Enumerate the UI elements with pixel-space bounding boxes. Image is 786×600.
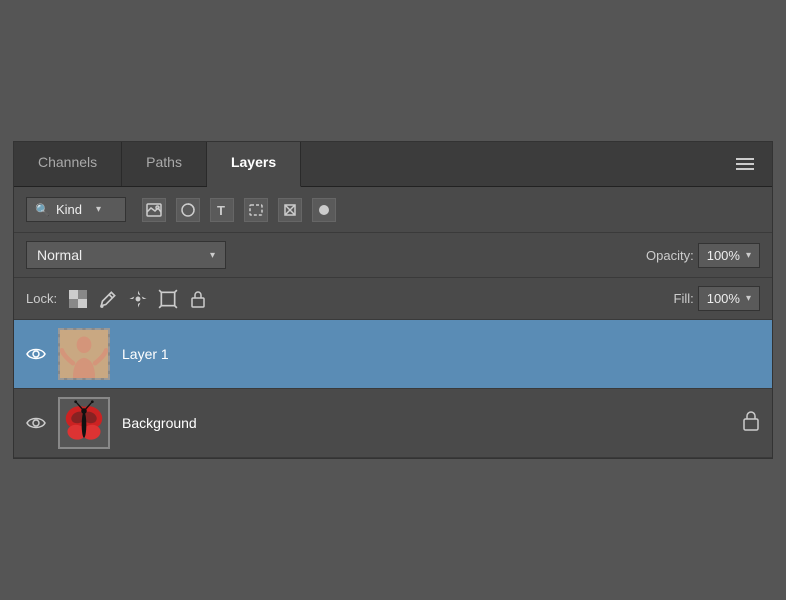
fill-group: Fill: 100% ▾ xyxy=(674,286,761,311)
lock-row: Lock: xyxy=(14,278,772,320)
blend-row: Normal ▾ Opacity: 100% ▾ xyxy=(14,233,772,278)
filter-smart-icon[interactable] xyxy=(278,198,302,222)
blend-mode-label: Normal xyxy=(37,247,210,263)
layer-item-background[interactable]: Background xyxy=(14,389,772,458)
kind-chevron-icon: ▾ xyxy=(96,204,101,215)
tab-layers-label: Layers xyxy=(231,154,276,170)
panel-menu-button[interactable] xyxy=(718,142,772,186)
opacity-chevron-icon: ▾ xyxy=(746,250,751,261)
background-lock-icon xyxy=(742,411,760,436)
tab-bar: Channels Paths Layers xyxy=(14,142,772,187)
layer-thumbnail-background xyxy=(58,397,110,449)
lock-transparent-pixels-icon[interactable] xyxy=(67,288,89,310)
kind-filter-select[interactable]: 🔍 Kind ▾ xyxy=(26,197,126,222)
layer-item-layer1[interactable]: Layer 1 xyxy=(14,320,772,389)
fill-value-select[interactable]: 100% ▾ xyxy=(698,286,760,311)
filter-dot-icon[interactable] xyxy=(312,198,336,222)
layers-panel: Channels Paths Layers 🔍 Kind ▾ xyxy=(13,141,773,459)
search-icon: 🔍 xyxy=(35,203,50,217)
filter-adjustment-icon[interactable] xyxy=(176,198,200,222)
filter-image-icon[interactable] xyxy=(142,198,166,222)
blend-mode-select[interactable]: Normal ▾ xyxy=(26,241,226,269)
filter-icons-group: T xyxy=(142,198,336,222)
filter-text-icon[interactable]: T xyxy=(210,198,234,222)
fill-value-text: 100% xyxy=(707,291,740,306)
lock-label: Lock: xyxy=(26,291,57,306)
blend-chevron-icon: ▾ xyxy=(210,250,215,261)
hamburger-icon xyxy=(732,154,758,174)
layer-name-layer1: Layer 1 xyxy=(122,346,760,362)
visibility-icon-layer1[interactable] xyxy=(26,346,46,362)
opacity-value-text: 100% xyxy=(707,248,740,263)
filter-row: 🔍 Kind ▾ T xyxy=(14,187,772,233)
lock-artboard-icon[interactable] xyxy=(157,288,179,310)
visibility-icon-background[interactable] xyxy=(26,415,46,431)
filter-shape-icon[interactable] xyxy=(244,198,268,222)
fill-chevron-icon: ▾ xyxy=(746,293,751,304)
svg-text:T: T xyxy=(217,203,225,218)
lock-image-pixels-icon[interactable] xyxy=(97,288,119,310)
tab-channels-label: Channels xyxy=(38,154,97,170)
lock-all-icon[interactable] xyxy=(187,288,209,310)
tab-paths[interactable]: Paths xyxy=(122,142,207,186)
tab-channels[interactable]: Channels xyxy=(14,142,122,186)
tab-layers[interactable]: Layers xyxy=(207,142,301,187)
fill-label: Fill: xyxy=(674,291,694,306)
lock-position-icon[interactable] xyxy=(127,288,149,310)
opacity-group: Opacity: 100% ▾ xyxy=(646,243,760,268)
opacity-value-select[interactable]: 100% ▾ xyxy=(698,243,760,268)
layer-name-background: Background xyxy=(122,415,730,431)
layer-thumbnail-layer1 xyxy=(58,328,110,380)
opacity-label: Opacity: xyxy=(646,248,694,263)
kind-label: Kind xyxy=(56,202,82,217)
layer-list: Layer 1 xyxy=(14,320,772,458)
lock-icons-group xyxy=(67,288,209,310)
tab-paths-label: Paths xyxy=(146,154,182,170)
